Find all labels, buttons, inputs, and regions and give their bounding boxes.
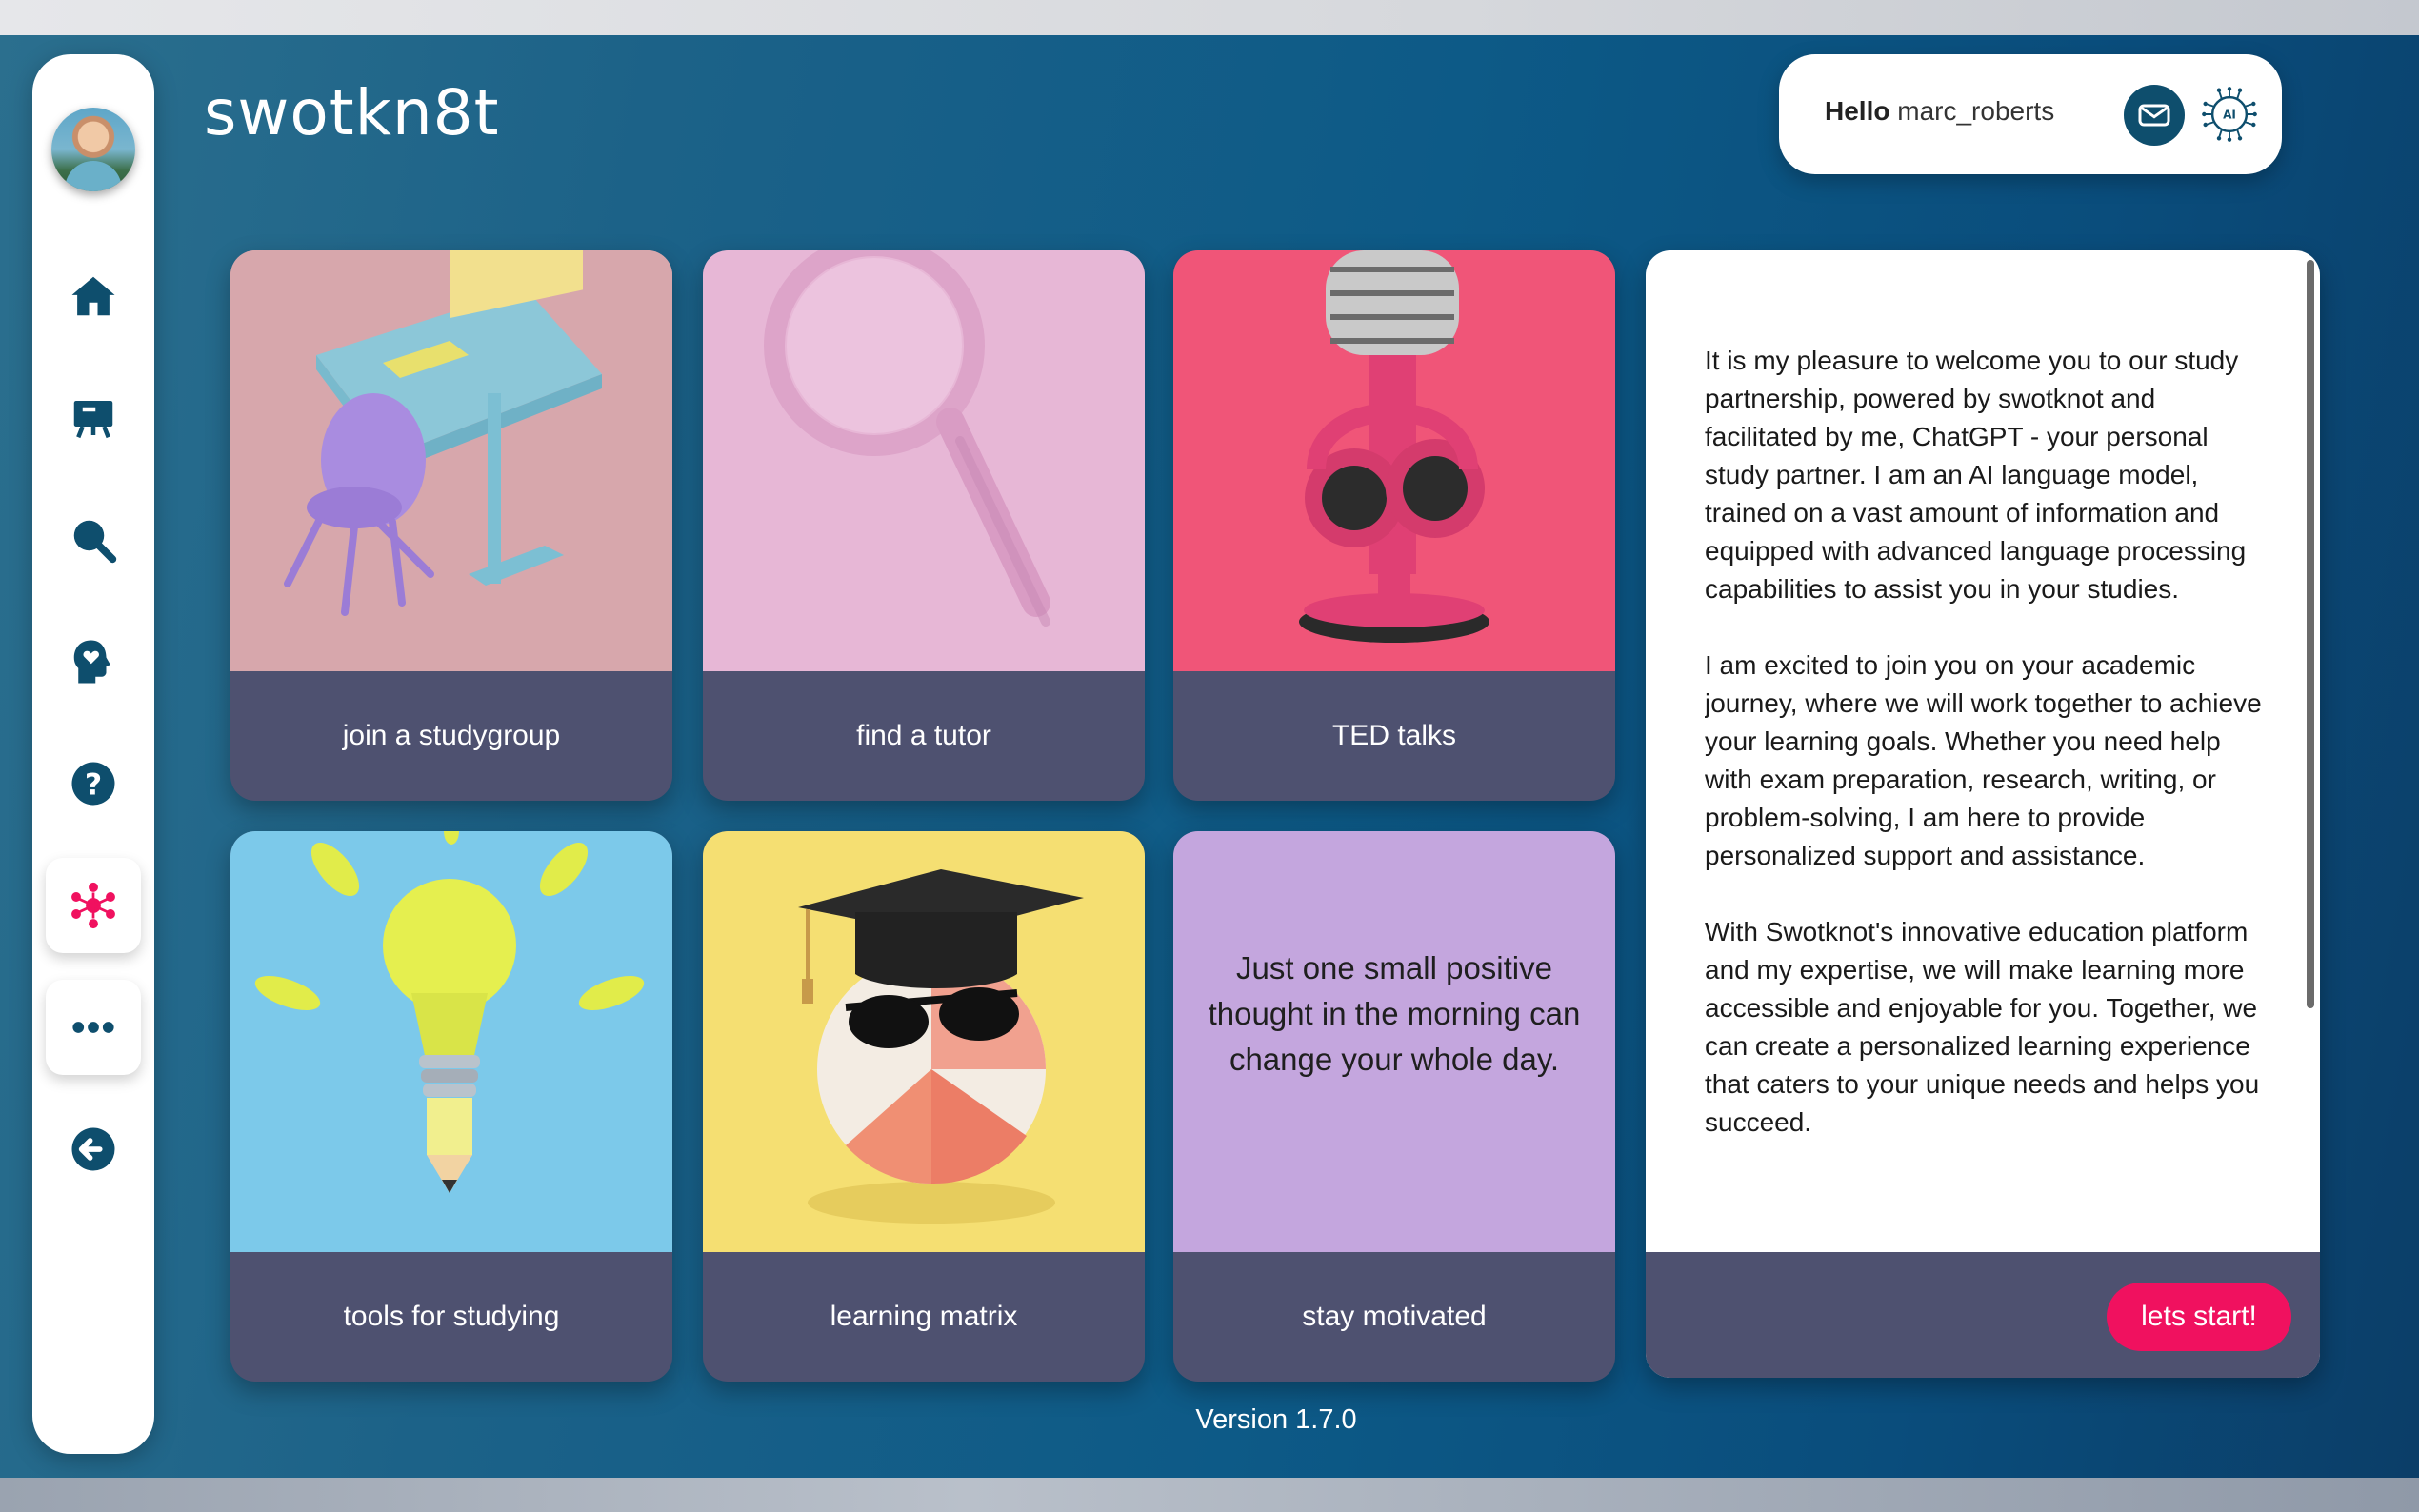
mail-icon[interactable] (2124, 85, 2185, 146)
card-find-tutor[interactable]: find a tutor (703, 250, 1145, 801)
card-label: tools for studying (343, 1301, 560, 1332)
card-label: stay motivated (1302, 1301, 1487, 1332)
ai-chip-icon[interactable]: AI (2196, 81, 2263, 148)
card-tools-for-studying[interactable]: tools for studying (230, 831, 672, 1382)
welcome-paragraph: I am excited to join you on your academi… (1705, 650, 2262, 870)
logout-icon[interactable] (46, 1102, 141, 1197)
card-label: find a tutor (856, 720, 991, 751)
browser-frame-top (0, 0, 2419, 35)
card-ted-talks[interactable]: TED talks (1173, 250, 1615, 801)
greeting-label: Hello (1825, 96, 1890, 126)
scrollbar[interactable] (2307, 260, 2314, 1008)
avatar[interactable] (51, 108, 135, 191)
welcome-text[interactable]: It is my pleasure to welcome you to our … (1705, 342, 2267, 1229)
head-heart-icon[interactable] (46, 614, 141, 709)
welcome-footer: lets start! (1646, 1252, 2320, 1378)
app-logo: swotkn8t (204, 76, 500, 149)
graduation-ball-image (703, 831, 1145, 1252)
welcome-paragraph: It is my pleasure to welcome you to our … (1705, 346, 2247, 604)
card-label: learning matrix (830, 1301, 1018, 1332)
desk-chair-image (230, 250, 672, 671)
welcome-panel: It is my pleasure to welcome you to our … (1646, 250, 2320, 1378)
more-icon[interactable] (46, 980, 141, 1075)
card-join-studygroup[interactable]: join a studygroup (230, 250, 672, 801)
greeting-text: Hello marc_roberts (1825, 96, 2054, 127)
magnifying-glass-image (703, 250, 1145, 671)
svg-text:?: ? (85, 767, 102, 802)
svg-text:AI: AI (2223, 108, 2236, 121)
welcome-paragraph: With Swotknot's innovative education pla… (1705, 917, 2260, 1137)
help-icon[interactable]: ? (46, 736, 141, 831)
lets-start-button[interactable]: lets start! (2107, 1283, 2291, 1351)
user-greeting-bar: Hello marc_roberts AI (1779, 54, 2282, 174)
username: marc_roberts (1897, 96, 2055, 126)
card-label: TED talks (1331, 720, 1457, 751)
motivation-quote-panel: Just one small positive thought in the m… (1173, 831, 1615, 1252)
card-learning-matrix[interactable]: learning matrix (703, 831, 1145, 1382)
card-label: join a studygroup (342, 720, 561, 751)
presentation-board-icon[interactable] (46, 370, 141, 466)
version-label: Version 1.7.0 (1195, 1404, 1357, 1435)
card-stay-motivated[interactable]: Just one small positive thought in the m… (1173, 831, 1615, 1382)
sidebar: ? (32, 54, 154, 1454)
microphone-image (1173, 250, 1615, 671)
lightbulb-pencil-image (230, 831, 672, 1252)
search-icon[interactable] (46, 492, 141, 587)
motivational-quote: Just one small positive thought in the m… (1208, 950, 1581, 1077)
browser-frame-bottom (0, 1478, 2419, 1512)
network-icon[interactable] (46, 858, 141, 953)
home-icon[interactable] (46, 249, 141, 344)
app-window: ? swotkn8t Hello marc_roberts AI join a … (0, 35, 2419, 1478)
